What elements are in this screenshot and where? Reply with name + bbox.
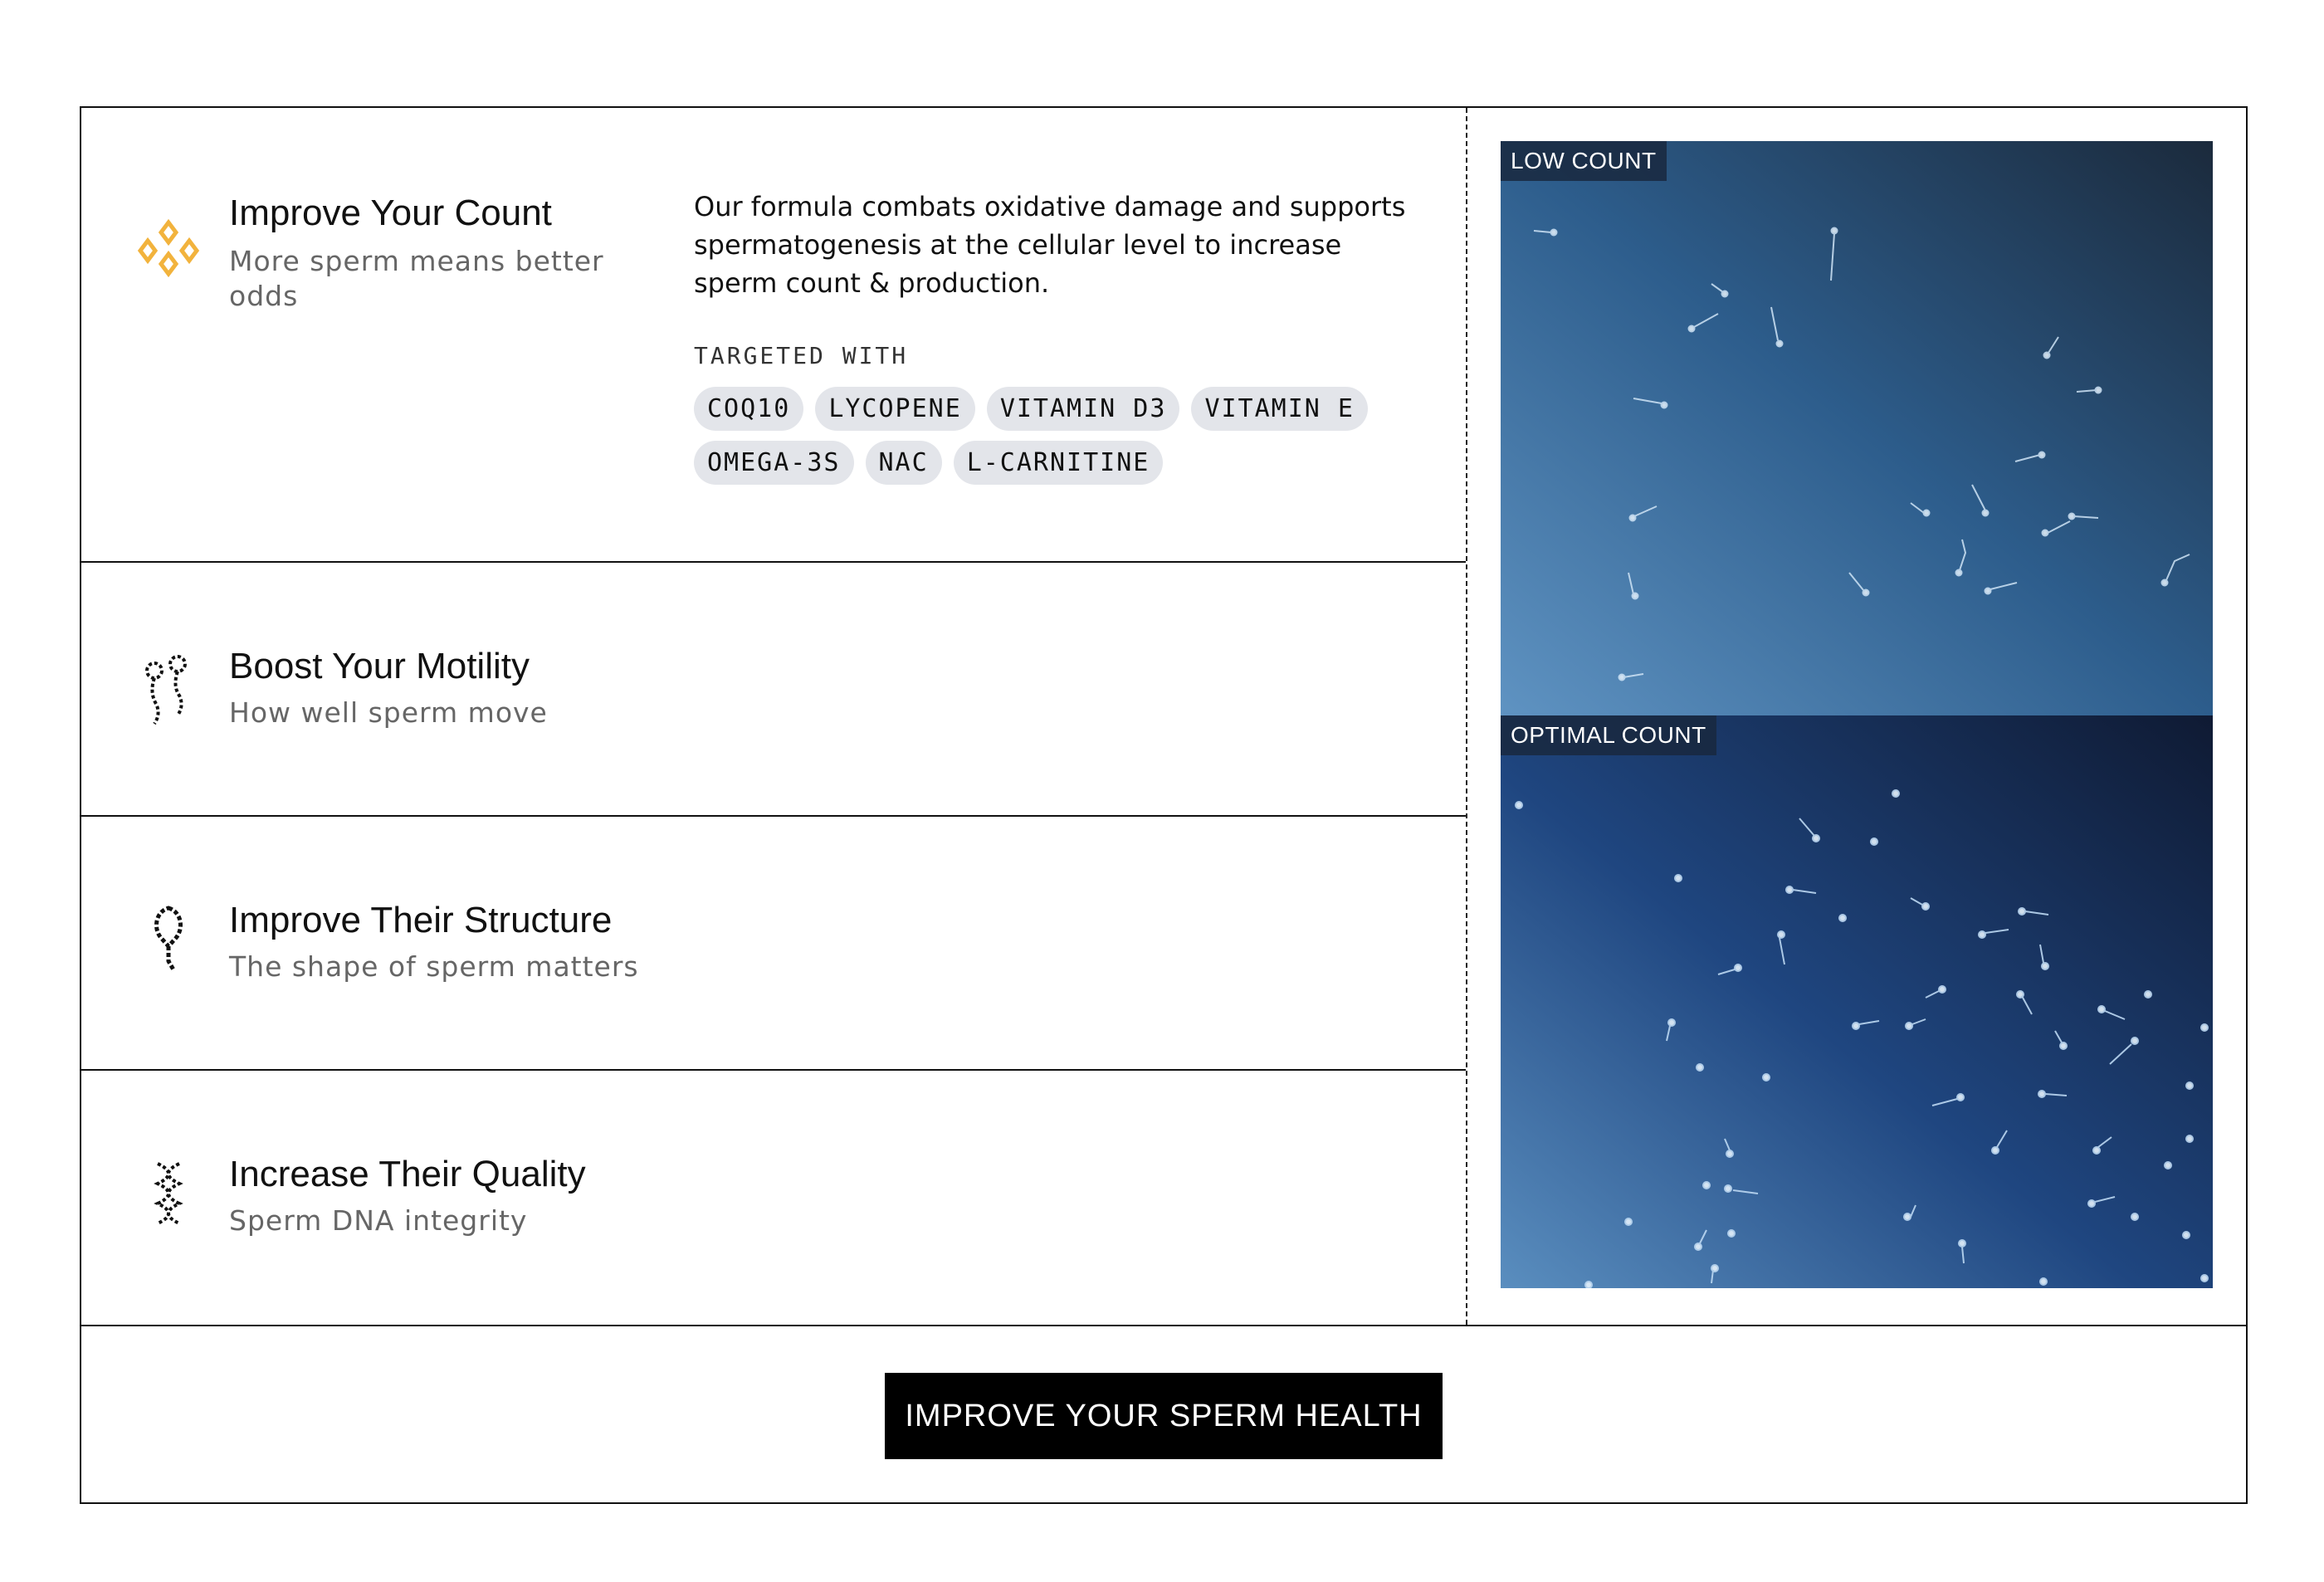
ingredient-chips: COQ10 LYCOPENE VITAMIN D3 VITAMIN E OMEGA-3S… (694, 387, 1408, 495)
ingredient-chip: L-CARNITINE (953, 441, 1164, 485)
comparison-images: LOW COUNT OPTIMAL COUNT (1501, 141, 2213, 1288)
optimal-count-micrograph (1501, 715, 2213, 1288)
feature-title: Increase Their Quality (229, 1154, 586, 1194)
diamond-cluster-icon (137, 218, 200, 278)
ingredient-chip: OMEGA-3S (694, 441, 854, 485)
targeted-with-label: TARGETED WITH (694, 342, 909, 369)
dna-helix-icon (154, 1162, 183, 1225)
feature-title: Improve Their Structure (229, 900, 613, 940)
feature-row-count[interactable]: Improve Your Count More sperm means bett… (81, 108, 1466, 563)
feature-subtitle: The shape of sperm matters (229, 950, 639, 983)
ingredient-chip: NAC (865, 441, 942, 485)
feature-title: Boost Your Motility (229, 646, 530, 686)
feature-subtitle: How well sperm move (229, 696, 548, 729)
feature-row-motility[interactable]: Boost Your Motility How well sperm move (81, 563, 1466, 817)
ingredient-chip: VITAMIN E (1191, 387, 1368, 431)
low-count-micrograph (1501, 141, 2213, 715)
improve-sperm-health-button[interactable]: IMPROVE YOUR SPERM HEALTH (885, 1373, 1443, 1459)
cta-section: IMPROVE YOUR SPERM HEALTH (81, 1325, 2246, 1506)
ingredient-chip: VITAMIN D3 (986, 387, 1180, 431)
swimming-sperm-icon (145, 655, 187, 725)
feature-list: Improve Your Count More sperm means bett… (81, 108, 1466, 1325)
feature-row-quality[interactable]: Increase Their Quality Sperm DNA integri… (81, 1071, 1466, 1325)
sperm-shape-icon (154, 906, 183, 973)
feature-card: Improve Your Count More sperm means bett… (80, 106, 2248, 1504)
feature-subtitle: More sperm means better odds (229, 245, 604, 312)
column-divider (1466, 108, 1467, 1325)
feature-row-structure[interactable]: Improve Their Structure The shape of spe… (81, 817, 1466, 1071)
low-count-image: LOW COUNT (1501, 141, 2213, 715)
feature-description: Our formula combats oxidative damage and… (694, 191, 1406, 299)
optimal-count-image: OPTIMAL COUNT (1501, 715, 2213, 1288)
low-count-label: LOW COUNT (1501, 141, 1667, 181)
ingredient-chip: COQ10 (694, 387, 804, 431)
ingredient-chip: LYCOPENE (815, 387, 975, 431)
feature-subtitle: Sperm DNA integrity (229, 1204, 528, 1237)
feature-title: Improve Your Count (229, 193, 552, 233)
optimal-count-label: OPTIMAL COUNT (1501, 715, 1716, 755)
